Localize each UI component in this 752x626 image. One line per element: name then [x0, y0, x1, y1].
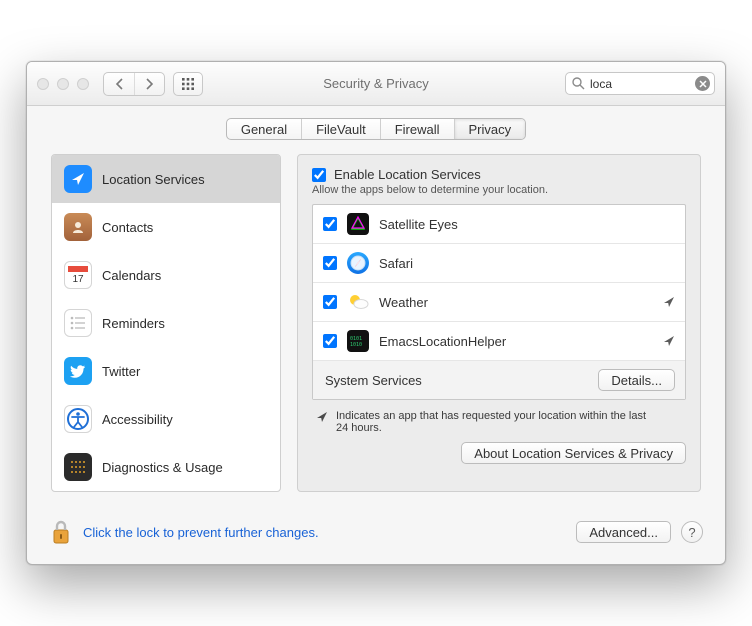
sidebar-item-contacts[interactable]: Contacts	[52, 203, 280, 251]
privacy-category-sidebar: Location Services Contacts 17 Calendars …	[51, 154, 281, 492]
system-services-label: System Services	[325, 373, 422, 388]
app-checkbox[interactable]	[323, 295, 337, 309]
enable-location-services-row[interactable]: Enable Location Services	[312, 167, 686, 182]
satellite-eyes-icon	[347, 213, 369, 235]
sidebar-item-label: Twitter	[102, 364, 140, 379]
close-window-button[interactable]	[37, 78, 49, 90]
app-row: Safari	[313, 244, 685, 283]
traffic-lights	[37, 78, 89, 90]
recent-location-arrow-icon	[663, 296, 675, 308]
app-checkbox[interactable]	[323, 256, 337, 270]
safari-icon	[347, 252, 369, 274]
sidebar-item-label: Location Services	[102, 172, 205, 187]
help-button[interactable]: ?	[681, 521, 703, 543]
back-button[interactable]	[104, 73, 134, 95]
titlebar: Security & Privacy	[27, 62, 725, 106]
minimize-window-button[interactable]	[57, 78, 69, 90]
about-location-services-button[interactable]: About Location Services & Privacy	[461, 442, 686, 464]
tab-privacy[interactable]: Privacy	[454, 119, 526, 139]
enable-location-services-label: Enable Location Services	[334, 167, 481, 182]
tab-filevault[interactable]: FileVault	[301, 119, 380, 139]
zoom-window-button[interactable]	[77, 78, 89, 90]
twitter-icon	[64, 357, 92, 385]
footer: Click the lock to prevent further change…	[27, 506, 725, 564]
show-all-button[interactable]	[173, 72, 203, 96]
sidebar-item-diagnostics[interactable]: Diagnostics & Usage	[52, 443, 280, 491]
location-services-panel: Enable Location Services Allow the apps …	[297, 154, 701, 492]
app-row: 01011010 EmacsLocationHelper	[313, 322, 685, 361]
location-arrow-icon	[316, 410, 328, 434]
details-button[interactable]: Details...	[598, 369, 675, 391]
clear-search-button[interactable]	[695, 76, 710, 91]
system-services-row: System Services Details...	[313, 361, 685, 399]
svg-text:1010: 1010	[350, 342, 362, 348]
app-checkbox[interactable]	[323, 217, 337, 231]
lock-icon[interactable]	[49, 518, 73, 546]
emacs-location-helper-icon: 01011010	[347, 330, 369, 352]
nav-back-forward	[103, 72, 165, 96]
app-name: Weather	[379, 295, 428, 310]
enable-location-services-checkbox[interactable]	[312, 168, 326, 182]
contacts-icon	[64, 213, 92, 241]
close-icon	[695, 76, 710, 91]
sidebar-item-calendars[interactable]: 17 Calendars	[52, 251, 280, 299]
search-field-wrap	[565, 72, 715, 95]
tab-firewall[interactable]: Firewall	[380, 119, 454, 139]
tab-segmented-control: General FileVault Firewall Privacy	[226, 118, 526, 140]
preferences-window: Security & Privacy General FileVault Fir…	[26, 61, 726, 565]
forward-button[interactable]	[134, 73, 164, 95]
sidebar-item-accessibility[interactable]: Accessibility	[52, 395, 280, 443]
sidebar-item-reminders[interactable]: Reminders	[52, 299, 280, 347]
accessibility-icon	[64, 405, 92, 433]
sidebar-item-location-services[interactable]: Location Services	[52, 155, 280, 203]
sidebar-item-label: Contacts	[102, 220, 153, 235]
app-row: Weather	[313, 283, 685, 322]
sidebar-item-label: Calendars	[102, 268, 161, 283]
app-name: Safari	[379, 256, 413, 271]
location-arrow-icon	[64, 165, 92, 193]
content-area: Location Services Contacts 17 Calendars …	[27, 148, 725, 506]
hint-text: Allow the apps below to determine your l…	[312, 184, 686, 196]
app-name: Satellite Eyes	[379, 217, 458, 232]
app-list: Satellite Eyes Safari Weather	[312, 204, 686, 400]
calendar-icon: 17	[64, 261, 92, 289]
reminders-icon	[64, 309, 92, 337]
svg-text:17: 17	[72, 274, 84, 285]
sidebar-item-label: Diagnostics & Usage	[102, 460, 223, 475]
search-input[interactable]	[565, 72, 715, 95]
weather-icon	[347, 291, 369, 313]
app-checkbox[interactable]	[323, 334, 337, 348]
advanced-button[interactable]: Advanced...	[576, 521, 671, 543]
recent-indicator-footnote: Indicates an app that has requested your…	[312, 400, 686, 442]
lock-hint-text[interactable]: Click the lock to prevent further change…	[83, 525, 319, 540]
tab-bar: General FileVault Firewall Privacy	[27, 106, 725, 148]
sidebar-item-label: Reminders	[102, 316, 165, 331]
diagnostics-icon	[64, 453, 92, 481]
recent-location-arrow-icon	[663, 335, 675, 347]
app-name: EmacsLocationHelper	[379, 334, 506, 349]
sidebar-item-twitter[interactable]: Twitter	[52, 347, 280, 395]
footnote-text: Indicates an app that has requested your…	[336, 410, 656, 434]
tab-general[interactable]: General	[227, 119, 301, 139]
search-icon	[571, 76, 585, 90]
sidebar-item-label: Accessibility	[102, 412, 173, 427]
app-row: Satellite Eyes	[313, 205, 685, 244]
